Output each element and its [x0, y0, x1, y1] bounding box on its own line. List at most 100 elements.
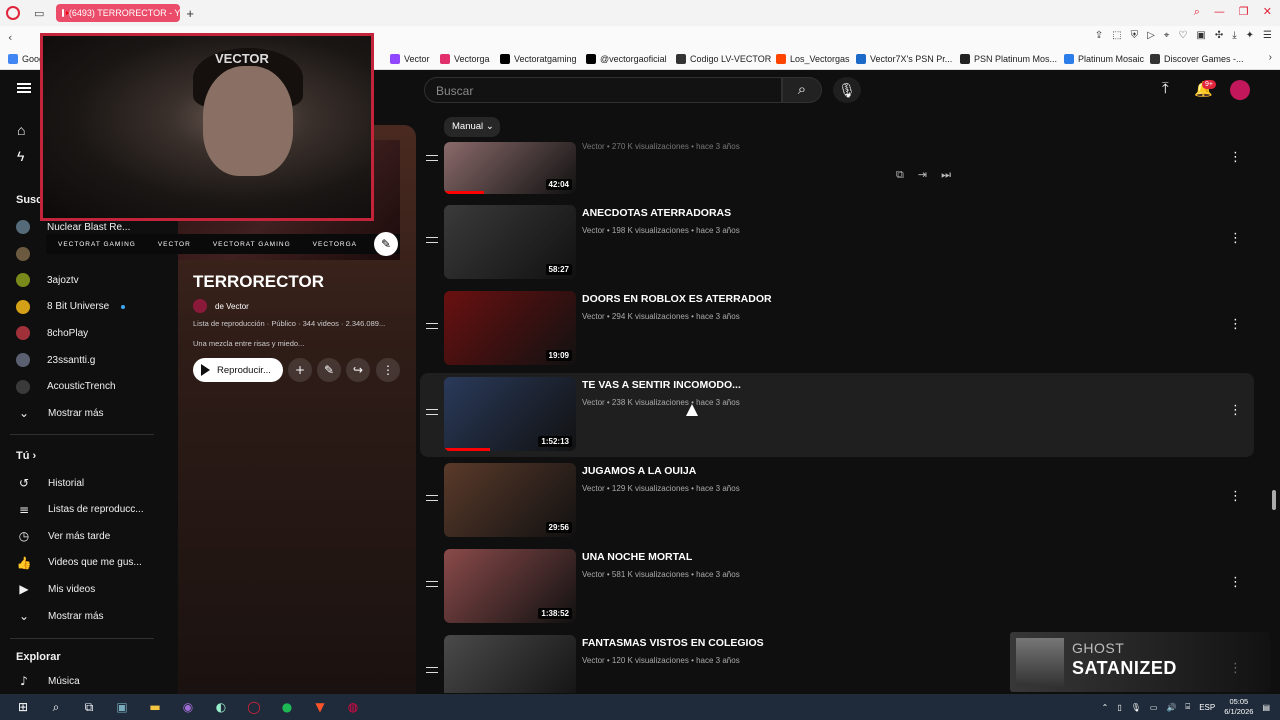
language-indicator[interactable]: ESP: [1199, 703, 1215, 712]
obs-icon[interactable]: ◉: [178, 699, 198, 715]
playlist-video-item[interactable]: 58:27 ANECDOTAS ATERRADORAS Vector • 198 K…: [420, 201, 1254, 285]
play-icon[interactable]: ▷: [1147, 30, 1155, 41]
drag-handle-icon[interactable]: [426, 581, 438, 587]
drag-handle-icon[interactable]: [426, 323, 438, 329]
bookmark-item[interactable]: Platinum Mosaic: [1064, 53, 1144, 64]
brave-icon[interactable]: ▼: [310, 699, 330, 715]
more-vert-icon[interactable]: ⋮: [1229, 231, 1242, 246]
monitor-icon[interactable]: ▭: [1150, 703, 1158, 712]
video-title[interactable]: FANTASMAS VISTOS EN COLEGIOS: [582, 637, 764, 649]
edit-button[interactable]: ✎: [317, 358, 341, 382]
video-title[interactable]: DOORS EN ROBLOX ES ATERRADOR: [582, 293, 772, 305]
shorts-icon[interactable]: ϟ: [17, 148, 24, 164]
video-thumbnail[interactable]: 58:27: [444, 205, 576, 279]
drag-handle-icon[interactable]: [426, 409, 438, 415]
video-thumbnail[interactable]: 42:04: [444, 142, 576, 194]
snapshot-icon[interactable]: ⬚: [1112, 30, 1121, 41]
remote-icon[interactable]: ▣: [112, 699, 132, 715]
record-icon[interactable]: ◍: [343, 699, 363, 715]
sidebar-item[interactable]: ↺ Historial: [16, 476, 84, 490]
heart-icon[interactable]: ♡: [1178, 30, 1187, 41]
extension-icon[interactable]: ▣: [1196, 30, 1205, 41]
show-more-subscriptions[interactable]: ⌄ Mostrar más: [16, 406, 104, 420]
ai-icon[interactable]: ✦: [1246, 30, 1254, 41]
playlist-video-item[interactable]: 1:38:52 UNA NOCHE MORTAL Vector • 581 K vi…: [420, 545, 1254, 629]
minimize-icon[interactable]: —: [1214, 5, 1225, 19]
mic-icon[interactable]: 🎙: [1131, 703, 1141, 712]
video-title[interactable]: UNA NOCHE MORTAL: [582, 551, 692, 563]
video-title[interactable]: JUGAMOS A LA OUIJA: [582, 465, 696, 477]
download-icon[interactable]: ⤓: [1232, 30, 1236, 41]
video-thumbnail[interactable]: [444, 635, 576, 693]
spotify-icon[interactable]: ●: [277, 699, 297, 715]
puzzle-icon[interactable]: ✣: [1215, 30, 1223, 41]
usb-icon[interactable]: ▯: [1117, 703, 1121, 712]
restore-icon[interactable]: ❐: [1239, 5, 1249, 19]
bookmark-item[interactable]: Los_Vectorgas: [776, 53, 850, 64]
bookmark-item[interactable]: Vector7X's PSN Pr...: [856, 53, 952, 64]
task-view-icon[interactable]: ⧉: [79, 699, 99, 715]
pin-icon[interactable]: ⌖: [1164, 30, 1170, 41]
play-all-button[interactable]: Reproducir...: [193, 358, 283, 382]
search-icon[interactable]: ⌕: [1194, 5, 1200, 19]
subscription-item[interactable]: 3ajoztv: [16, 273, 79, 288]
opera-icon[interactable]: ◯: [244, 699, 264, 715]
playlist-description[interactable]: Una mezcla entre risas y miedo...: [193, 339, 304, 348]
clock[interactable]: 05:05 6/1/2026: [1224, 697, 1253, 717]
add-button[interactable]: +: [288, 358, 312, 382]
subscription-item[interactable]: Nuclear Blast Re...: [16, 220, 130, 234]
new-tab-button[interactable]: +: [186, 6, 194, 21]
subscription-item[interactable]: 8choPlay: [16, 326, 88, 341]
sidebar-item[interactable]: 👍 Videos que me gus...: [16, 556, 142, 570]
playlist-video-item[interactable]: 1:52:13 TE VAS A SENTIR INCOMODO... Vector…: [420, 373, 1254, 457]
playlist-video-item[interactable]: 19:09 DOORS EN ROBLOX ES ATERRADOR Vector …: [420, 287, 1254, 371]
drag-handle-icon[interactable]: [426, 495, 438, 501]
menu-icon[interactable]: [17, 83, 31, 93]
drag-handle-icon[interactable]: [426, 155, 438, 161]
browser-tab[interactable]: (6493) TERRORECTOR - Y: [56, 4, 181, 22]
windows-start-icon[interactable]: ⊞: [13, 699, 33, 715]
shield-icon[interactable]: ⛨: [1131, 30, 1139, 41]
show-more-you[interactable]: ⌄ Mostrar más: [16, 609, 104, 623]
share-button[interactable]: ↪: [346, 358, 370, 382]
playlist-video-item[interactable]: 29:56 JUGAMOS A LA OUIJA Vector • 129 K vi…: [420, 459, 1254, 543]
video-thumbnail[interactable]: 1:52:13: [444, 377, 576, 451]
bookmark-item[interactable]: Goog: [8, 53, 44, 64]
upload-icon[interactable]: ⤒: [1162, 80, 1169, 97]
video-title[interactable]: ANECDOTAS ATERRADORAS: [582, 207, 731, 219]
menu-icon[interactable]: ☰: [1263, 30, 1272, 41]
bookmark-item[interactable]: Vectorga: [440, 53, 490, 64]
bookmark-item[interactable]: Discover Games -...: [1150, 53, 1244, 64]
home-icon[interactable]: ⌂: [17, 122, 25, 138]
sidebar-item[interactable]: ◷ Ver más tarde: [16, 529, 111, 543]
search-button[interactable]: ⌕: [782, 77, 822, 103]
bookmark-item[interactable]: @vectorgaoficial: [586, 53, 667, 64]
playlist-video-item[interactable]: 42:04 Vector • 270 K visualizaciones • ha…: [420, 142, 1254, 198]
video-thumbnail[interactable]: 29:56: [444, 463, 576, 537]
subscription-item[interactable]: AcousticTrench: [16, 379, 116, 394]
you-title[interactable]: Tú ›: [16, 450, 36, 462]
drag-handle-icon[interactable]: [426, 237, 438, 243]
video-title[interactable]: TE VAS A SENTIR INCOMODO...: [582, 379, 741, 391]
playlist-author[interactable]: de Vector: [193, 299, 249, 313]
subscription-item[interactable]: 8 Bit Universe: [16, 299, 126, 314]
sidebar-item[interactable]: ≡ Listas de reproducc...: [16, 503, 144, 517]
subscription-item[interactable]: [16, 246, 47, 261]
steam-icon[interactable]: ◐: [211, 699, 231, 715]
chevron-up-icon[interactable]: ⌃: [1102, 703, 1109, 712]
edit-cover-button[interactable]: ✎: [374, 232, 398, 256]
bookmark-item[interactable]: Codigo LV-VECTOR: [676, 53, 771, 64]
close-icon[interactable]: ✕: [1263, 5, 1272, 19]
video-thumbnail[interactable]: 1:38:52: [444, 549, 576, 623]
bookmark-item[interactable]: Vector: [390, 53, 430, 64]
more-vert-icon[interactable]: ⋮: [1229, 317, 1242, 332]
sort-dropdown[interactable]: Manual ⌄: [444, 117, 500, 137]
video-thumbnail[interactable]: 19:09: [444, 291, 576, 365]
back-icon[interactable]: ‹: [8, 31, 12, 44]
volume-icon[interactable]: 🔊: [1166, 703, 1176, 712]
sidebar-item[interactable]: ▶ Mis videos: [16, 582, 95, 596]
bookmarks-more-icon[interactable]: ›: [1269, 52, 1272, 63]
more-vert-icon[interactable]: ⋮: [1229, 489, 1242, 504]
skip-icon[interactable]: ⏭: [941, 168, 951, 182]
share-icon[interactable]: ⇪: [1095, 30, 1103, 41]
